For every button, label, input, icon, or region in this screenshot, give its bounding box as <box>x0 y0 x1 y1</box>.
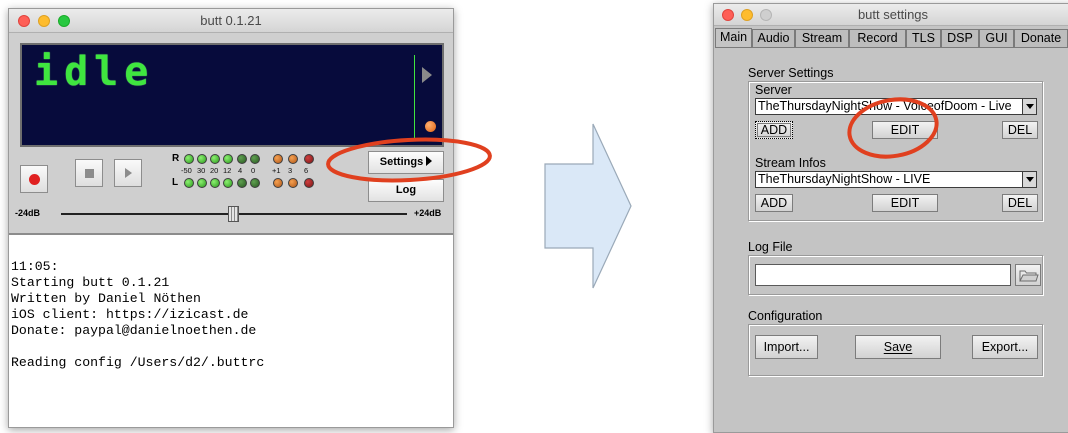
stop-button[interactable] <box>75 159 103 187</box>
chevron-down-icon[interactable] <box>1022 99 1036 114</box>
vu-led <box>184 178 194 188</box>
volume-slider-thumb[interactable] <box>228 206 239 222</box>
vu-led <box>197 178 207 188</box>
vu-led <box>273 178 283 188</box>
vu-scale-label: 20 <box>210 166 219 175</box>
vu-scale-label: 0 <box>251 166 256 175</box>
vu-led <box>250 178 260 188</box>
tab-donate[interactable]: Donate <box>1014 29 1068 47</box>
vu-scale-label: 4 <box>238 166 243 175</box>
export-button[interactable]: Export... <box>972 335 1038 359</box>
settings-titlebar[interactable]: butt settings <box>714 4 1068 26</box>
log-button[interactable]: Log <box>368 179 444 202</box>
status-display-text: idle <box>34 49 155 95</box>
import-button[interactable]: Import... <box>755 335 818 359</box>
tab-dsp[interactable]: DSP <box>941 29 979 47</box>
main-tab-panel: Server Settings Server TheThursdayNightS… <box>715 47 1068 432</box>
chevron-down-icon[interactable] <box>1022 172 1036 187</box>
tab-main[interactable]: Main <box>715 28 752 48</box>
stream-del-button[interactable]: DEL <box>1002 194 1038 212</box>
play-icon <box>125 168 132 178</box>
display-status-dot-icon <box>425 121 436 132</box>
vu-led <box>223 154 233 164</box>
save-button[interactable]: Save <box>855 335 941 359</box>
settings-button[interactable]: Settings <box>368 151 444 174</box>
volume-max-label: +24dB <box>414 208 442 218</box>
tab-tls[interactable]: TLS <box>906 29 941 47</box>
triangle-right-icon <box>426 156 433 166</box>
settings-button-label: Settings <box>379 156 424 168</box>
display-next-arrow-icon[interactable] <box>422 67 432 83</box>
save-button-label: Save <box>883 340 913 354</box>
display-divider <box>414 55 415 139</box>
configuration-label: Configuration <box>748 309 823 323</box>
tab-audio[interactable]: Audio <box>752 29 795 47</box>
tab-record[interactable]: Record <box>849 29 906 47</box>
folder-icon <box>1019 270 1039 282</box>
vu-led <box>288 154 298 164</box>
vu-led <box>304 178 314 188</box>
vu-scale-label: 12 <box>223 166 232 175</box>
vu-led <box>197 154 207 164</box>
vu-right-label: R <box>172 153 180 164</box>
settings-window-title: butt settings <box>857 7 929 22</box>
vu-led <box>250 154 260 164</box>
vu-led <box>288 178 298 188</box>
vu-scale-label: 6 <box>304 166 309 175</box>
stream-add-button[interactable]: ADD <box>755 194 793 212</box>
tab-gui[interactable]: GUI <box>979 29 1014 47</box>
vu-led <box>210 154 220 164</box>
settings-window: butt settings Main Audio Stream Record T… <box>713 3 1068 433</box>
vu-scale-label: 30 <box>197 166 206 175</box>
vu-led <box>210 178 220 188</box>
volume-min-label: -24dB <box>15 208 41 218</box>
vu-led <box>273 154 283 164</box>
vu-led <box>184 154 194 164</box>
status-display[interactable]: idle <box>20 43 444 147</box>
tab-stream[interactable]: Stream <box>795 29 849 47</box>
butt-window-title: butt 0.1.21 <box>200 13 262 28</box>
log-file-input[interactable] <box>755 264 1011 286</box>
vu-scale-label: +1 <box>272 166 281 175</box>
server-select-value: TheThursdayNightShow - VoiceofDoom - Liv… <box>758 99 1012 113</box>
server-label: Server <box>755 83 792 97</box>
vu-led <box>237 178 247 188</box>
server-select[interactable]: TheThursdayNightShow - VoiceofDoom - Liv… <box>755 98 1037 115</box>
browse-folder-button[interactable] <box>1015 264 1041 286</box>
server-settings-label: Server Settings <box>748 66 834 80</box>
butt-main-window: butt 0.1.21 idle R L -50 30 20 12 4 0 +1 3 6 Set… <box>8 8 454 428</box>
server-add-button[interactable]: ADD <box>755 121 793 139</box>
record-icon <box>29 174 40 185</box>
vu-scale-label: -50 <box>181 166 192 175</box>
vu-led <box>304 154 314 164</box>
butt-titlebar[interactable]: butt 0.1.21 <box>9 9 453 33</box>
arrow-right-icon <box>544 123 632 289</box>
play-button[interactable] <box>114 159 142 187</box>
vu-led <box>237 154 247 164</box>
stream-infos-select-value: TheThursdayNightShow - LIVE <box>758 172 931 186</box>
log-output[interactable]: 11:05: Starting butt 0.1.21 Written by D… <box>9 233 453 427</box>
log-file-label: Log File <box>748 240 793 254</box>
server-del-button[interactable]: DEL <box>1002 121 1038 139</box>
vu-left-label: L <box>172 177 179 188</box>
record-button[interactable] <box>20 165 48 193</box>
stream-infos-label: Stream Infos <box>755 156 826 170</box>
stream-infos-select[interactable]: TheThursdayNightShow - LIVE <box>755 171 1037 188</box>
stream-edit-button[interactable]: EDIT <box>872 194 938 212</box>
stop-icon <box>85 169 94 178</box>
log-button-label: Log <box>395 184 417 196</box>
vu-led <box>223 178 233 188</box>
server-edit-button[interactable]: EDIT <box>872 121 938 139</box>
vu-scale-label: 3 <box>288 166 293 175</box>
